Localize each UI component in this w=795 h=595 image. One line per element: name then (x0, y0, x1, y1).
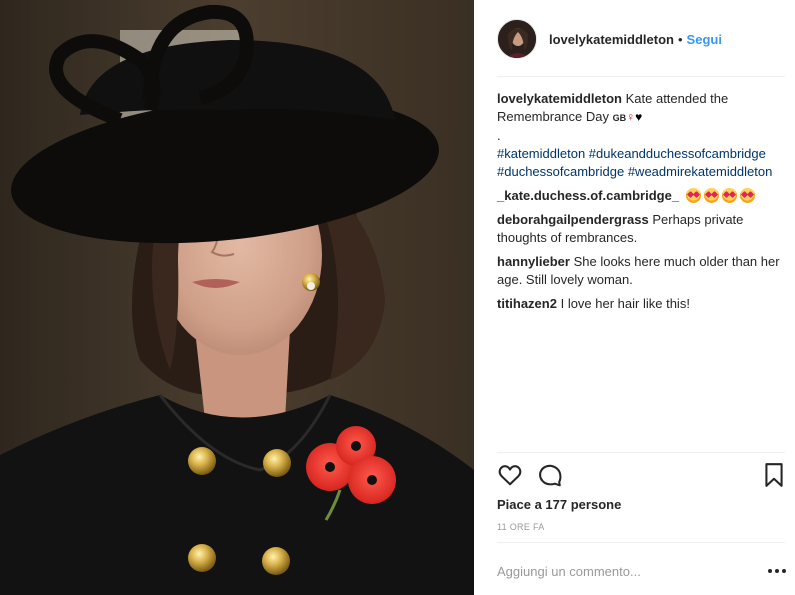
comments-list: lovelykatemiddleton Kate attended the Re… (497, 90, 787, 319)
heart-eyes-face-icon (739, 188, 755, 203)
black-heart-icon: ♥ (635, 110, 643, 124)
caption-username[interactable]: lovelykatemiddleton (497, 91, 622, 106)
flag-gb-icon: GB (612, 113, 627, 123)
avatar-image (498, 20, 536, 58)
post-actions (497, 462, 787, 490)
comment-item: titihazen2 I love her hair like this! (497, 295, 787, 313)
add-comment-divider (497, 542, 785, 543)
add-comment-input[interactable] (497, 560, 767, 582)
hashtag-link[interactable]: #duchessofcambridge (497, 164, 624, 179)
post-timestamp[interactable]: 11 ORE FA (497, 522, 545, 532)
more-options-icon[interactable] (766, 562, 788, 580)
heart-outline-icon[interactable] (497, 462, 523, 491)
post-side-panel: lovelykatemiddleton • Segui lovelykatemi… (474, 0, 795, 595)
separator-dot: • (677, 31, 683, 47)
comment-username[interactable]: titihazen2 (497, 296, 557, 311)
comment-item: hannylieber She looks here much older th… (497, 253, 787, 289)
follow-button[interactable]: Segui (687, 32, 722, 47)
caption-dot-line: . (497, 128, 501, 143)
poppy-woman-icon: ♀ (626, 110, 636, 124)
hashtag-link[interactable]: #weadmirekatemiddleton (628, 164, 773, 179)
comment-username[interactable]: hannylieber (497, 254, 570, 269)
comment-text: I love her hair like this! (560, 296, 690, 311)
post-author-username[interactable]: lovelykatemiddleton (549, 32, 674, 47)
post-header: lovelykatemiddleton • Segui (497, 16, 785, 62)
post-photo[interactable] (0, 0, 474, 595)
photo-illustration (0, 0, 474, 595)
hashtag-link[interactable]: #dukeandduchessofcambridge (589, 146, 766, 161)
bookmark-icon[interactable] (763, 462, 785, 491)
comment-item: deborahgailpendergrass Perhaps private t… (497, 211, 787, 247)
comment-bubble-icon[interactable] (537, 462, 563, 491)
avatar[interactable] (497, 19, 537, 59)
likes-count[interactable]: Piace a 177 persone (497, 497, 621, 512)
hashtag-link[interactable]: #katemiddleton (497, 146, 585, 161)
heart-eyes-face-icon (685, 188, 701, 203)
comment-item: _kate.duchess.of.cambridge_ (497, 187, 787, 205)
comment-username[interactable]: _kate.duchess.of.cambridge_ (497, 188, 679, 203)
actions-divider (497, 452, 785, 453)
heart-eyes-face-icon (721, 188, 737, 203)
caption: lovelykatemiddleton Kate attended the Re… (497, 90, 787, 181)
comment-username[interactable]: deborahgailpendergrass (497, 212, 649, 227)
header-divider (497, 76, 785, 77)
caption-hashtags: #katemiddleton #dukeandduchessofcambridg… (497, 145, 787, 181)
heart-eyes-face-icon (703, 188, 719, 203)
